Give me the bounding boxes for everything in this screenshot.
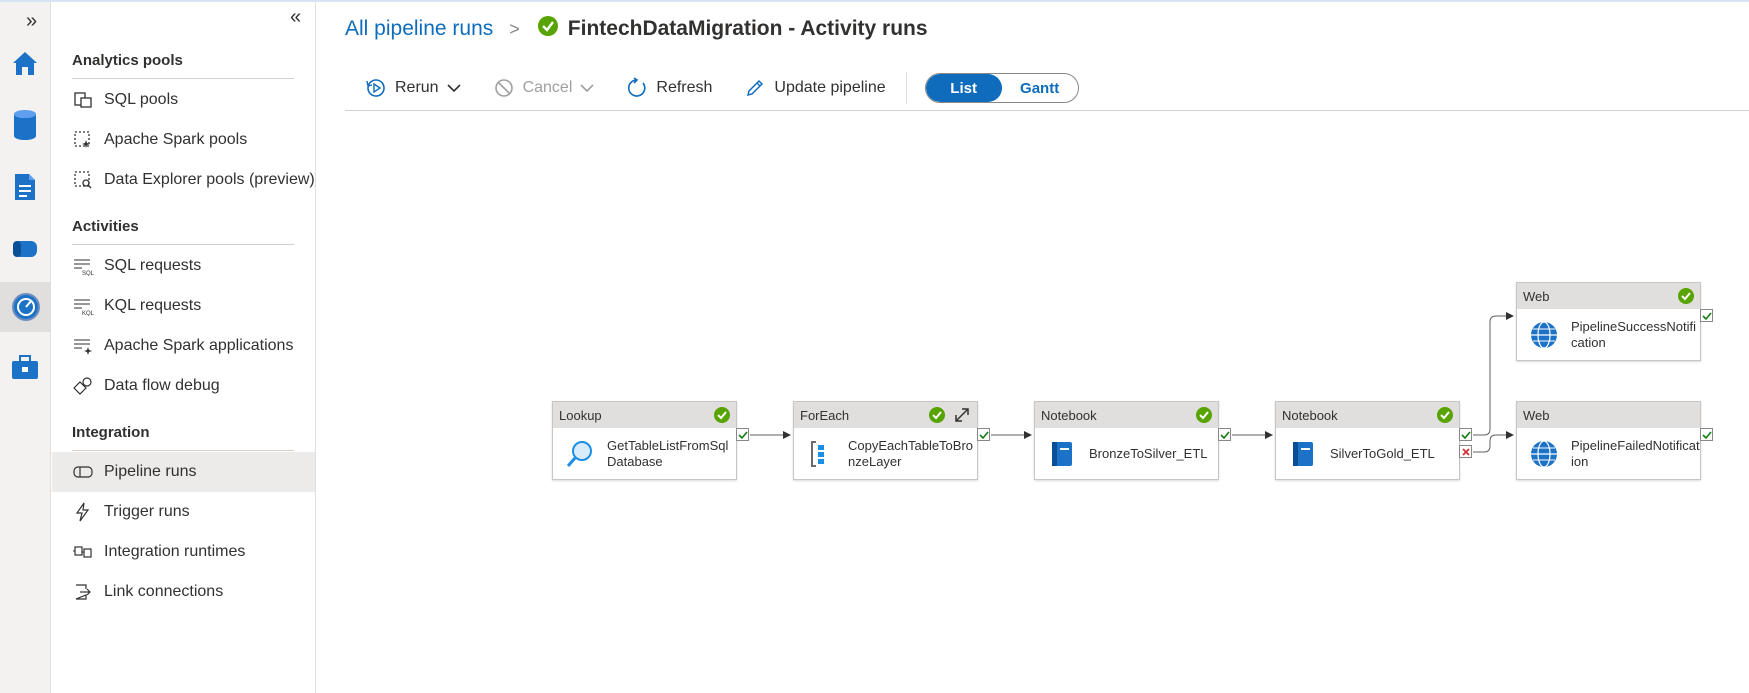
- success-port[interactable]: [977, 428, 990, 441]
- success-status-icon: [1196, 407, 1212, 423]
- success-port[interactable]: [1700, 309, 1713, 322]
- activity-node-lookup[interactable]: Lookup GetTableListFromSqlDatabase: [552, 401, 737, 480]
- foreach-icon: [806, 439, 836, 469]
- lookup-magnifier-icon: [565, 439, 595, 469]
- activity-type: Web: [1523, 407, 1550, 423]
- activity-name: BronzeToSilver_ETL: [1089, 445, 1208, 461]
- edge-nb2-web2: [1473, 431, 1514, 453]
- edge-nb2-web1: [1473, 312, 1514, 436]
- success-port[interactable]: [736, 428, 749, 441]
- success-port[interactable]: [1459, 428, 1472, 441]
- activity-node-foreach[interactable]: ForEach CopyEachTableToBronzeLayer: [793, 401, 978, 480]
- activity-name: CopyEachTableToBronzeLayer: [848, 437, 974, 469]
- activity-type: Notebook: [1041, 407, 1097, 423]
- activity-name: PipelineSuccessNotification: [1571, 318, 1697, 350]
- globe-icon: [1529, 439, 1559, 469]
- activity-node-notebook-bronze-to-silver[interactable]: Notebook BronzeToSilver_ETL: [1034, 401, 1219, 480]
- activity-name: SilverToGold_ETL: [1330, 445, 1435, 461]
- expand-icon[interactable]: [953, 406, 971, 424]
- success-status-icon: [1437, 407, 1453, 423]
- success-status-icon: [714, 407, 730, 423]
- pipeline-edges: [750, 312, 1514, 453]
- globe-icon: [1529, 320, 1559, 350]
- activity-type: Notebook: [1282, 407, 1338, 423]
- activity-node-web-success-notification[interactable]: Web PipelineSuccessNotification: [1516, 282, 1701, 361]
- activity-name: PipelineFailedNotification: [1571, 437, 1700, 469]
- activity-type: Web: [1523, 288, 1550, 304]
- failure-port[interactable]: [1459, 445, 1472, 458]
- success-status-icon: [929, 407, 945, 423]
- notebook-icon: [1288, 439, 1318, 469]
- success-status-icon: [1678, 288, 1694, 304]
- notebook-icon: [1047, 439, 1077, 469]
- success-port[interactable]: [1218, 428, 1231, 441]
- activity-type: Lookup: [559, 407, 602, 423]
- activity-name: GetTableListFromSqlDatabase: [607, 437, 729, 469]
- activity-node-web-failed-notification[interactable]: Web PipelineFailedNotification: [1516, 401, 1701, 480]
- success-port[interactable]: [1700, 428, 1713, 441]
- activity-node-notebook-silver-to-gold[interactable]: Notebook SilverToGold_ETL: [1275, 401, 1460, 480]
- activity-type: ForEach: [800, 407, 850, 423]
